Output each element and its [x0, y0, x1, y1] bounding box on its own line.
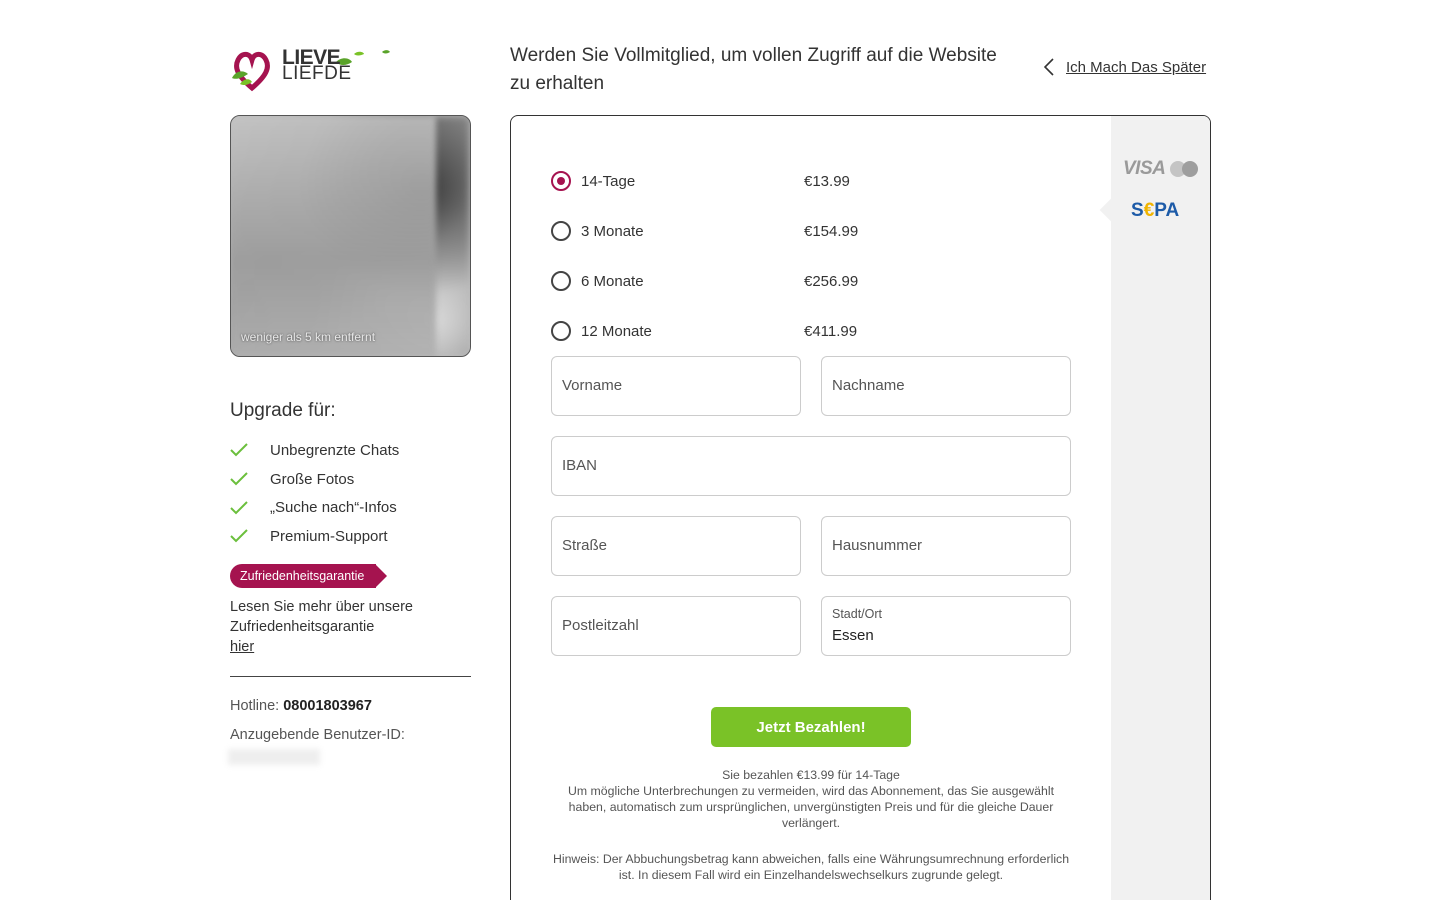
user-id-label: Anzugebende Benutzer-ID: — [230, 727, 405, 743]
payment-summary: Sie bezahlen €13.99 für 14-Tage Um mögli… — [551, 767, 1071, 831]
plan-price: €411.99 — [804, 322, 858, 340]
first-name-field[interactable]: Vorname — [551, 356, 801, 416]
city-value: Essen — [832, 627, 874, 644]
hotline: Hotline: 08001803967 — [230, 698, 372, 714]
check-icon — [230, 498, 270, 518]
skip-later-label: Ich Mach Das Später — [1066, 58, 1207, 76]
badge-arrow-shape — [375, 564, 387, 588]
payment-methods-panel — [1111, 116, 1210, 900]
radio-icon[interactable] — [551, 271, 571, 291]
benefit-item: Premium-Support — [230, 522, 399, 551]
guarantee-description: Lesen Sie mehr über unsere Zufriedenheit… — [230, 599, 413, 635]
plan-name: 3 Monate — [581, 222, 644, 240]
benefit-label: Große Fotos — [270, 470, 355, 488]
plan-price: €154.99 — [804, 222, 859, 240]
benefit-item: Große Fotos — [230, 465, 399, 494]
summary-renewal-notice: Um mögliche Unterbrechungen zu vermeiden… — [568, 784, 1054, 830]
plan-option-12-monate[interactable]: 12 Monate €411.99 — [551, 306, 1071, 356]
postal-code-field[interactable]: Postleitzahl — [551, 596, 801, 656]
guarantee-badge: Zufriedenheitsgarantie — [230, 564, 388, 588]
chevron-left-icon — [1044, 58, 1054, 76]
house-number-placeholder: Hausnummer — [832, 537, 923, 554]
hotline-number: 08001803967 — [283, 698, 372, 714]
iban-placeholder: IBAN — [562, 457, 598, 474]
page-title: Werden Sie Vollmitglied, um vollen Zugri… — [510, 45, 997, 94]
benefit-label: Premium-Support — [270, 527, 388, 545]
iban-field[interactable]: IBAN — [551, 436, 1071, 496]
skip-later-link[interactable]: Ich Mach Das Später — [1044, 58, 1206, 76]
plan-name: 12 Monate — [581, 322, 652, 340]
radio-icon[interactable] — [551, 221, 571, 241]
radio-selected-icon[interactable] — [551, 171, 571, 191]
visa-logo: VISA — [1123, 158, 1166, 179]
street-placeholder: Straße — [562, 537, 608, 554]
upgrade-title: Upgrade für: — [230, 400, 336, 421]
pay-now-button[interactable]: Jetzt Bezahlen! — [711, 707, 911, 747]
sepa-logo-pa: PA — [1154, 200, 1180, 221]
guarantee-text: Lesen Sie mehr über unsere Zufriedenheit… — [230, 597, 470, 657]
postal-code-placeholder: Postleitzahl — [562, 617, 639, 634]
radio-icon[interactable] — [551, 321, 571, 341]
hotline-label: Hotline: — [230, 698, 280, 714]
city-field[interactable]: Stadt/Ort Essen — [821, 596, 1071, 656]
check-icon — [230, 469, 270, 489]
plan-price: €256.99 — [804, 272, 859, 290]
plan-price: €13.99 — [804, 172, 850, 190]
site-logo[interactable]: LIEVE LIEFDE — [230, 44, 400, 92]
sepa-payment-option[interactable]: S€PA — [1131, 200, 1179, 222]
check-icon — [230, 440, 270, 460]
plan-option-3-monate[interactable]: 3 Monate €154.99 — [551, 206, 1071, 256]
user-id-value-blurred — [228, 749, 320, 765]
card-payment-option[interactable]: VISA — [1123, 158, 1200, 180]
plan-option-6-monate[interactable]: 6 Monate €256.99 — [551, 256, 1071, 306]
plan-name: 14-Tage — [581, 172, 636, 190]
sepa-logo-s: S — [1131, 200, 1144, 221]
mastercard-icon — [1170, 159, 1200, 179]
blurred-photo-overlay — [231, 116, 436, 356]
street-field[interactable]: Straße — [551, 516, 801, 576]
benefit-label: Unbegrenzte Chats — [270, 441, 400, 459]
house-number-field[interactable]: Hausnummer — [821, 516, 1071, 576]
check-icon — [230, 526, 270, 546]
distance-caption: weniger als 5 km entfernt — [241, 330, 376, 344]
last-name-placeholder: Nachname — [832, 377, 905, 394]
last-name-field[interactable]: Nachname — [821, 356, 1071, 416]
plan-name: 6 Monate — [581, 272, 644, 290]
plan-option-14-tage[interactable]: 14-Tage €13.99 — [551, 156, 1071, 206]
first-name-placeholder: Vorname — [562, 377, 623, 394]
guarantee-link[interactable]: hier — [230, 637, 254, 657]
benefits-list: Unbegrenzte Chats Große Fotos „Suche nac… — [230, 436, 399, 551]
divider — [230, 676, 471, 677]
summary-amount: Sie bezahlen €13.99 für 14-Tage — [722, 768, 900, 782]
profile-photo[interactable]: weniger als 5 km entfernt — [230, 115, 471, 357]
logo-line2: LIEFDE — [282, 63, 352, 84]
payment-card: VISA S€PA 14-Tage €13.99 3 Monate €154.9… — [510, 115, 1211, 900]
city-label: Stadt/Ort — [832, 607, 883, 621]
currency-note: Hinweis: Der Abbuchungsbetrag kann abwei… — [552, 852, 1070, 882]
benefit-item: Unbegrenzte Chats — [230, 436, 399, 465]
benefit-item: „Suche nach“-Infos — [230, 493, 399, 522]
sepa-logo-euro: € — [1143, 200, 1155, 221]
guarantee-badge-label: Zufriedenheitsgarantie — [230, 564, 376, 588]
plan-options: 14-Tage €13.99 3 Monate €154.99 6 Monate… — [551, 156, 1071, 356]
benefit-label: „Suche nach“-Infos — [270, 499, 397, 517]
